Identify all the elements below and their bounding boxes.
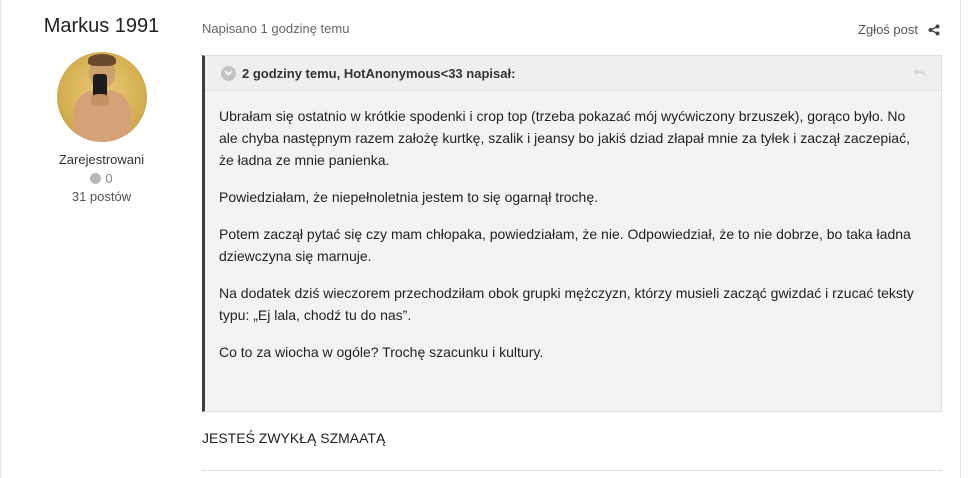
- post-meta[interactable]: Napisano 1 godzinę temu: [202, 21, 349, 36]
- avatar-hand: [90, 94, 109, 106]
- quote-paragraph: Powiedziałam, że niepełnoletnia jestem t…: [219, 189, 598, 205]
- quote-paragraph: Potem zaczął pytać się czy mam chłopaka,…: [219, 226, 911, 264]
- reputation-line: 0: [14, 171, 189, 186]
- author-post-count: 31 postów: [71, 189, 132, 204]
- post-divider: [202, 470, 942, 471]
- reply-arrow-icon[interactable]: [913, 66, 927, 78]
- reputation-count: 0: [105, 171, 113, 186]
- chevron-down-icon[interactable]: [221, 65, 236, 81]
- author-name[interactable]: Markus 1991: [14, 15, 189, 38]
- author-group: Zarejestrowani: [58, 152, 145, 167]
- report-post-link[interactable]: Zgłoś post: [858, 22, 918, 37]
- reputation-dot-icon: [90, 173, 102, 184]
- report-post-area: Zgłoś post: [858, 22, 940, 37]
- post-reply-text: JESTEŚ ZWYKŁĄ SZMAATĄ: [202, 430, 386, 446]
- quote-body: Ubrałam się ostatnio w krótkie spodenki …: [205, 91, 941, 363]
- quote-citation: 2 godziny temu, HotAnonymous<33 napisał:: [242, 65, 516, 81]
- quote-header: 2 godziny temu, HotAnonymous<33 napisał:: [205, 56, 941, 91]
- share-icon[interactable]: [928, 24, 940, 36]
- quote-paragraph: Ubrałam się ostatnio w krótkie spodenki …: [219, 108, 910, 168]
- avatar[interactable]: [56, 52, 147, 142]
- forum-post: Markus 1991 Zarejestrowani 0 31 postów N…: [0, 0, 961, 478]
- quote-block: 2 godziny temu, HotAnonymous<33 napisał:…: [202, 55, 942, 412]
- quote-paragraph: Co to za wiocha w ogóle? Trochę szacunku…: [219, 344, 544, 360]
- author-panel: Markus 1991 Zarejestrowani 0 31 postów: [14, 0, 189, 204]
- quote-paragraph: Na dodatek dziś wieczorem przechodziłam …: [219, 285, 914, 323]
- avatar-hair: [87, 54, 116, 66]
